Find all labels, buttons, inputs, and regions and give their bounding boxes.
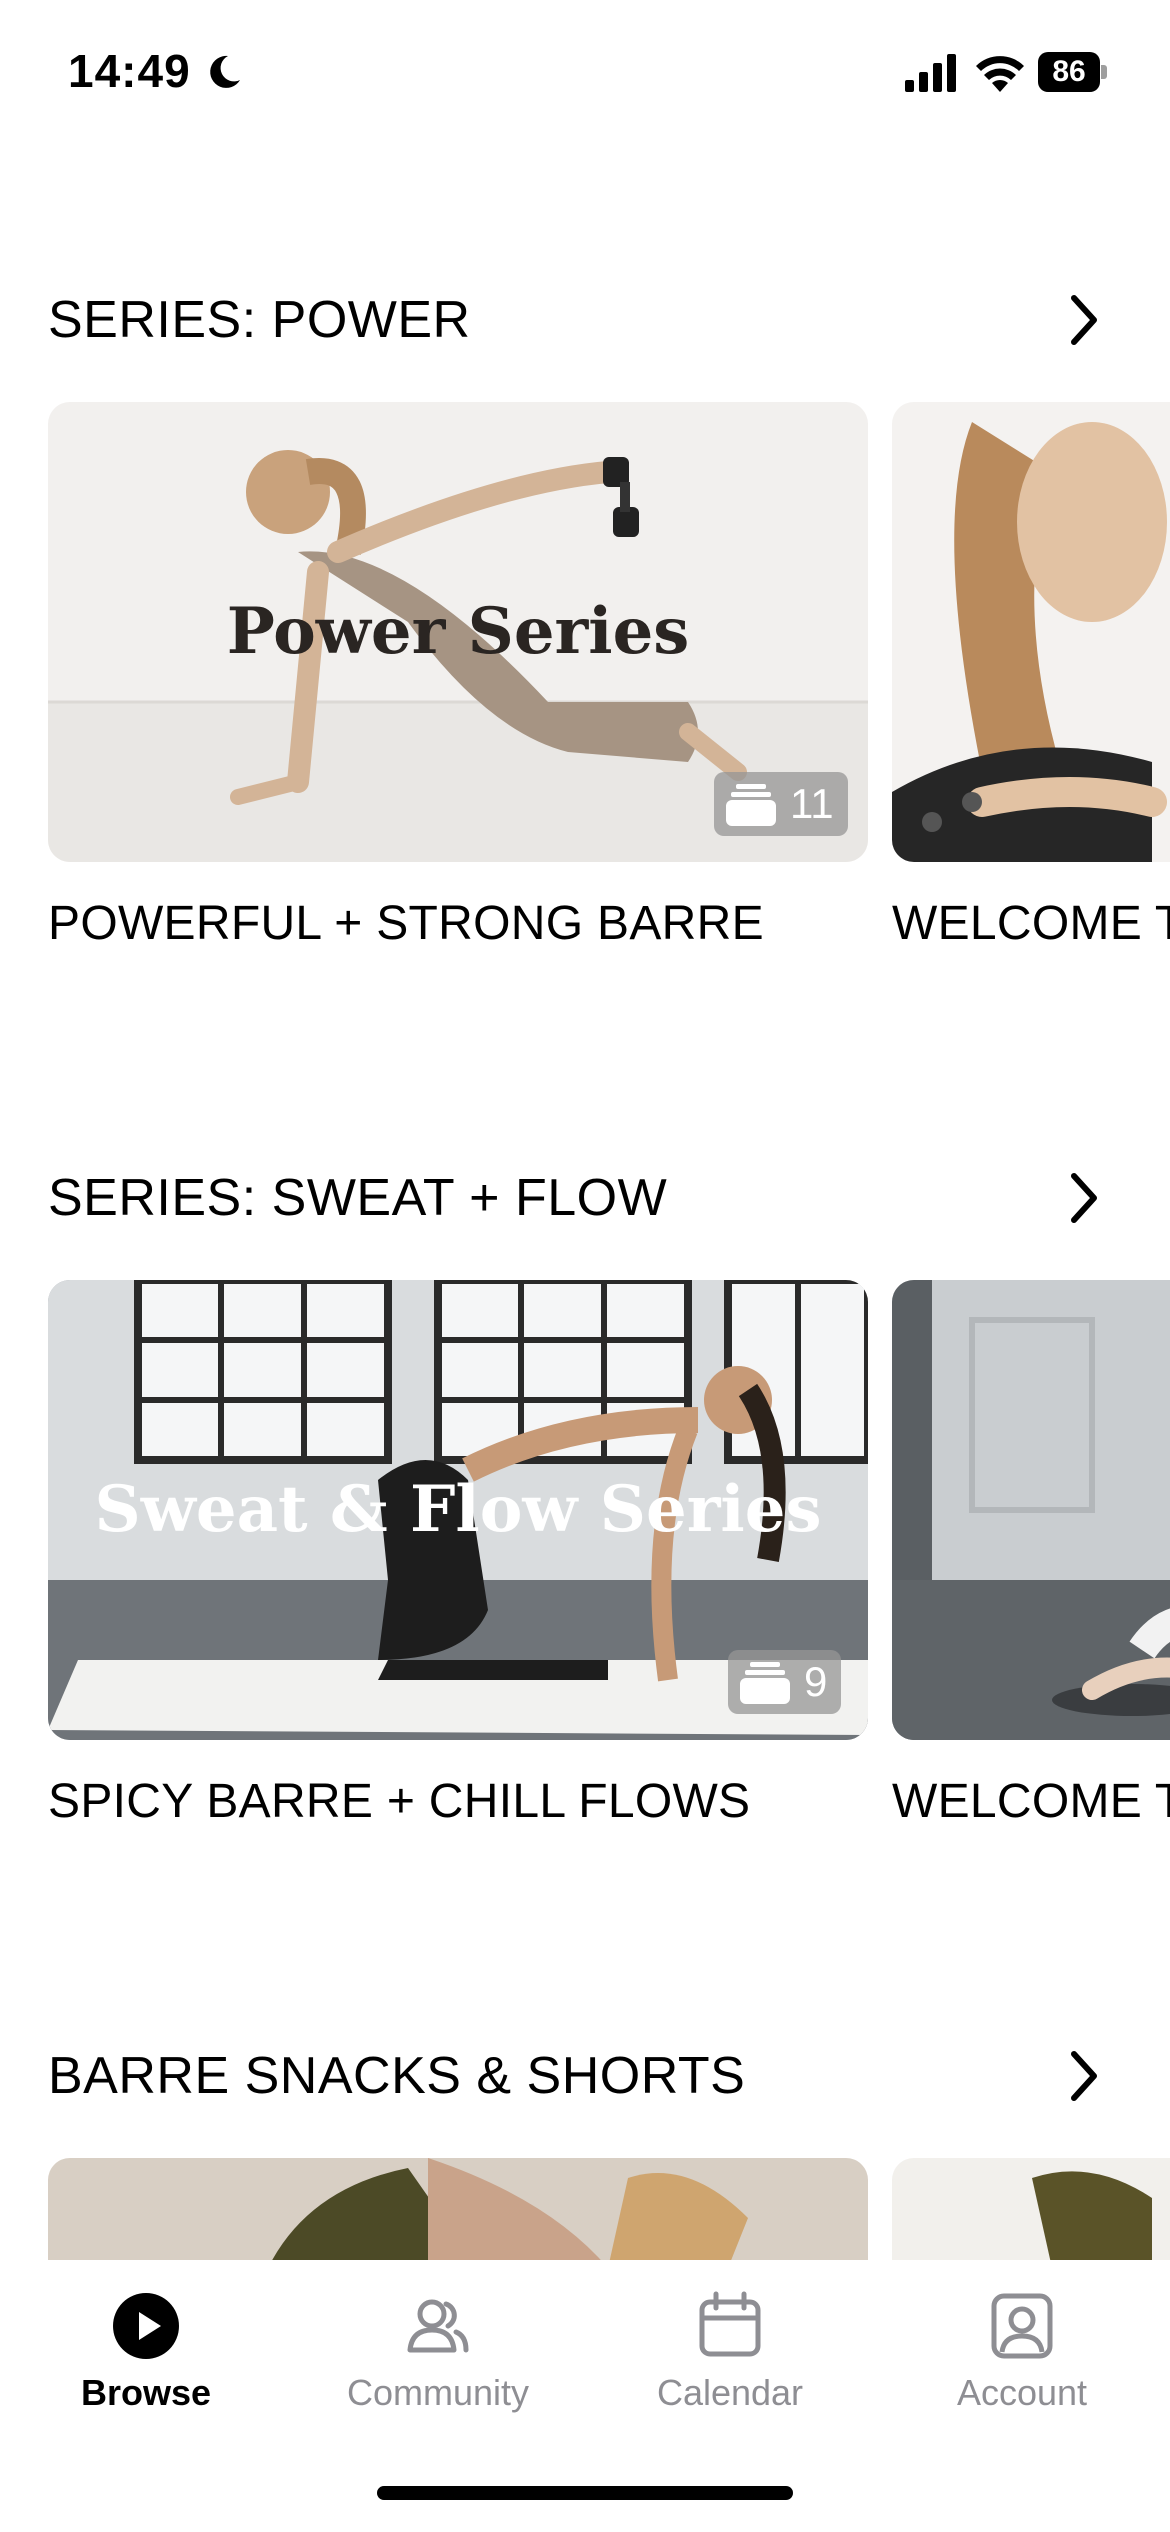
tab-label: Calendar [656,2372,804,2413]
video-count-badge: 11 [714,772,848,836]
card-caption: WELCOME T [892,897,1170,950]
card-image [48,2158,868,2268]
series-card[interactable] [892,402,1170,862]
series-card[interactable] [892,2158,1170,2268]
tab-community[interactable]: Community [292,2290,584,2430]
moon-icon [210,55,240,88]
people-icon [407,2299,469,2353]
series-card[interactable] [892,1280,1170,1740]
tab-label: Account [956,2372,1088,2413]
tab-label: Browse [80,2372,212,2413]
card-image [892,402,1170,862]
series-card[interactable]: Sweat & Flow Series 9 [48,1280,868,1740]
tab-label: Community [346,2372,530,2413]
chevron-right-icon[interactable] [1064,292,1104,348]
battery-level: 86 [1052,55,1086,88]
card-caption: POWERFUL + STRONG BARRE [48,897,764,950]
calendar-icon [699,2291,761,2357]
card-overlay-title: Sweat & Flow Series [94,1472,822,1547]
tab-calendar[interactable]: Calendar [584,2290,876,2430]
chevron-right-icon[interactable] [1064,2048,1104,2104]
cellular-signal-icon [905,54,956,92]
card-image [892,1280,1170,1740]
card-caption: SPICY BARRE + CHILL FLOWS [48,1775,751,1828]
status-bar: 14:49 86 [0,0,1170,150]
card-image [892,2158,1170,2268]
home-indicator[interactable] [377,2486,793,2500]
series-card[interactable]: Power Series 11 [48,402,868,862]
wifi-icon [976,56,1024,92]
card-overlay-title: Power Series [226,594,690,669]
section-title: SERIES: POWER [48,291,471,349]
video-count-badge: 9 [728,1650,842,1714]
video-count: 11 [790,780,834,827]
chevron-right-icon[interactable] [1064,1170,1104,1226]
video-count: 9 [804,1658,828,1705]
status-time: 14:49 [68,45,191,97]
section-title: SERIES: SWEAT + FLOW [48,1169,668,1227]
play-circle-icon [113,2293,179,2359]
section-title: BARRE SNACKS & SHORTS [48,2047,746,2105]
stack-icon [726,784,776,826]
account-icon [991,2293,1053,2359]
stack-icon [740,1662,790,1704]
tab-account[interactable]: Account [876,2290,1168,2430]
battery-indicator: 86 [1038,52,1108,92]
series-card[interactable] [48,2158,868,2268]
card-caption: WELCOME T [892,1775,1170,1828]
tab-browse[interactable]: Browse [0,2290,292,2430]
